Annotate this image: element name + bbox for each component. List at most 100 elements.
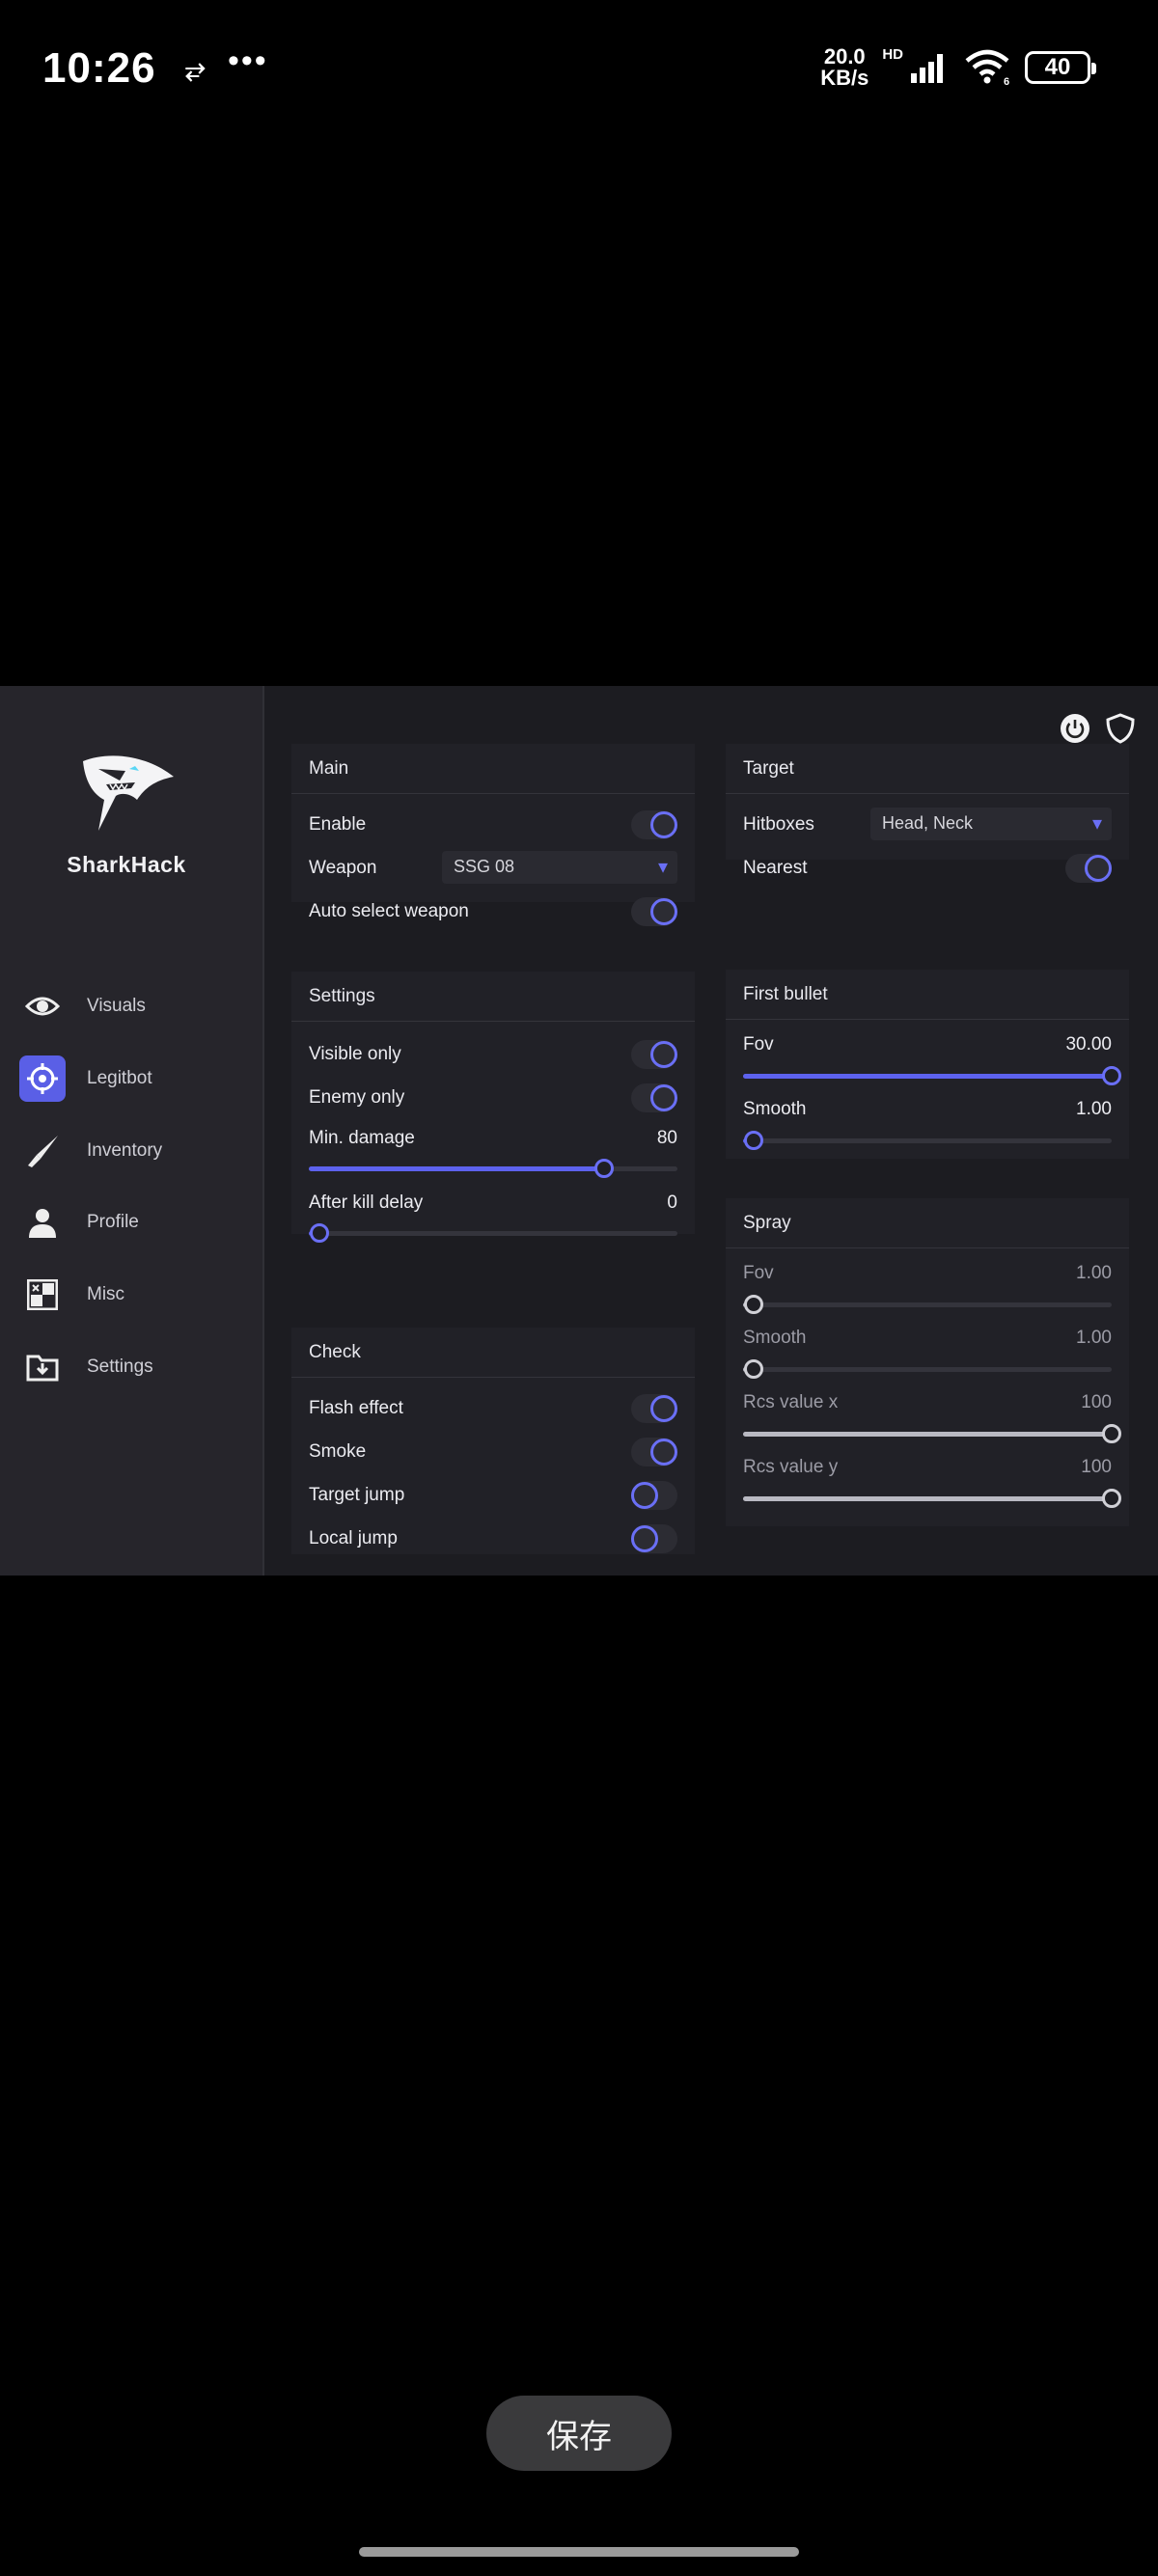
rcs-y-label: Rcs value y xyxy=(743,1457,839,1477)
visible-only-toggle[interactable] xyxy=(631,1040,677,1069)
misc-grid-icon xyxy=(19,1272,66,1318)
fb-fov-slider[interactable] xyxy=(743,1066,1121,1085)
sidebar-item-legitbot[interactable]: Legitbot xyxy=(19,1054,251,1104)
hd-label: HD xyxy=(882,45,903,63)
chevron-down-icon: ▾ xyxy=(1091,813,1102,835)
min-damage-label: Min. damage xyxy=(309,1128,415,1148)
enemy-only-toggle[interactable] xyxy=(631,1083,677,1112)
slider-thumb[interactable] xyxy=(1102,1066,1121,1085)
fb-fov-row: Fov 30.00 xyxy=(743,1028,1112,1062)
toggle-knob xyxy=(1085,855,1112,882)
home-indicator[interactable] xyxy=(359,2547,799,2557)
smooth-label: Smooth xyxy=(743,1099,807,1119)
chevron-down-icon: ▾ xyxy=(657,857,668,878)
first-bullet-section: First bullet Fov 30.00 Smooth 1.00 xyxy=(726,970,1129,1159)
spray-fov-slider[interactable] xyxy=(743,1295,1112,1314)
auto-select-label: Auto select weapon xyxy=(309,901,469,921)
rcs-x-value: 100 xyxy=(1081,1392,1112,1412)
local-jump-toggle[interactable] xyxy=(631,1524,677,1553)
min-damage-slider[interactable] xyxy=(309,1159,677,1178)
rcs-y-value: 100 xyxy=(1081,1457,1112,1477)
spray-fov-row: Fov 1.00 xyxy=(743,1256,1112,1291)
slider-thumb[interactable] xyxy=(744,1359,764,1379)
toggle-knob xyxy=(631,1525,658,1552)
section-header: First bullet xyxy=(726,970,1129,1020)
toggle-knob xyxy=(650,898,677,925)
sidebar-item-profile[interactable]: Profile xyxy=(19,1197,251,1247)
sharkhack-window: SharkHack Visuals Legitbot Inventory Pro… xyxy=(0,686,1158,1576)
battery-icon: 40 xyxy=(1025,51,1096,84)
enemy-only-label: Enemy only xyxy=(309,1087,405,1108)
local-jump-label: Local jump xyxy=(309,1528,398,1548)
slider-fill xyxy=(743,1074,1112,1079)
fov-value: 1.00 xyxy=(1076,1263,1112,1283)
speed-value: 20.0 xyxy=(823,44,866,69)
network-speed: 20.0 KB/s xyxy=(820,46,868,89)
rcs-y-row: Rcs value y 100 xyxy=(743,1450,1112,1485)
toggle-knob xyxy=(650,1084,677,1111)
power-icon[interactable] xyxy=(1060,713,1090,744)
hitboxes-row: Hitboxes Head, Neck ▾ xyxy=(743,808,1112,842)
weapon-row: Weapon SSG 08 ▾ xyxy=(309,851,677,886)
slider-thumb[interactable] xyxy=(744,1295,764,1314)
section-header: Main xyxy=(291,744,695,794)
toggle-knob xyxy=(650,1439,677,1466)
signal-icon xyxy=(911,54,943,83)
smoke-toggle[interactable] xyxy=(631,1438,677,1466)
after-kill-delay-slider[interactable] xyxy=(309,1223,677,1243)
sidebar-item-settings[interactable]: Settings xyxy=(19,1342,251,1392)
nearest-label: Nearest xyxy=(743,858,808,878)
smoke-row: Smoke xyxy=(309,1435,677,1469)
check-section: Check Flash effect Smoke Target jump Loc… xyxy=(291,1328,695,1554)
rcs-x-slider[interactable] xyxy=(743,1424,1121,1443)
spray-smooth-slider[interactable] xyxy=(743,1359,1112,1379)
eye-icon xyxy=(19,983,66,1029)
smooth-value: 1.00 xyxy=(1076,1099,1112,1119)
weapon-select[interactable]: SSG 08 ▾ xyxy=(442,851,677,884)
auto-select-toggle[interactable] xyxy=(631,897,677,926)
section-title: Check xyxy=(309,1342,361,1362)
slider-thumb[interactable] xyxy=(1102,1424,1121,1443)
section-title: First bullet xyxy=(743,984,828,1004)
rcs-x-label: Rcs value x xyxy=(743,1392,839,1412)
shield-icon[interactable] xyxy=(1106,713,1135,744)
flash-effect-toggle[interactable] xyxy=(631,1394,677,1423)
min-damage-row: Min. damage 80 xyxy=(309,1121,677,1156)
fb-smooth-slider[interactable] xyxy=(743,1131,1112,1150)
target-jump-label: Target jump xyxy=(309,1485,405,1505)
main-section: Main Enable Weapon SSG 08 ▾ Auto select … xyxy=(291,744,695,926)
hitboxes-select[interactable]: Head, Neck ▾ xyxy=(870,808,1112,840)
slider-track xyxy=(743,1138,1112,1143)
slider-thumb[interactable] xyxy=(310,1223,330,1243)
slider-thumb[interactable] xyxy=(744,1131,764,1150)
knife-icon xyxy=(19,1128,66,1174)
sidebar-item-label: Legitbot xyxy=(87,1068,152,1088)
sidebar-item-label: Visuals xyxy=(87,996,146,1016)
sidebar-item-label: Profile xyxy=(87,1212,139,1232)
slider-track xyxy=(309,1231,677,1236)
enable-row: Enable xyxy=(309,808,677,842)
enable-label: Enable xyxy=(309,814,367,835)
visible-only-row: Visible only xyxy=(309,1037,677,1072)
sidebar-item-visuals[interactable]: Visuals xyxy=(19,981,251,1031)
sidebar-item-inventory[interactable]: Inventory xyxy=(19,1126,251,1176)
header-icons xyxy=(1060,713,1135,744)
target-jump-toggle[interactable] xyxy=(631,1481,677,1510)
smooth-value: 1.00 xyxy=(1076,1328,1112,1348)
rcs-y-slider[interactable] xyxy=(743,1489,1121,1508)
target-jump-row: Target jump xyxy=(309,1478,677,1513)
sidebar-item-misc[interactable]: Misc xyxy=(19,1270,251,1320)
slider-thumb[interactable] xyxy=(593,1159,614,1178)
enable-toggle[interactable] xyxy=(631,810,677,839)
after-kill-delay-row: After kill delay 0 xyxy=(309,1186,677,1220)
section-header: Check xyxy=(291,1328,695,1378)
save-button[interactable]: 保存 xyxy=(486,2396,672,2471)
sidebar-item-label: Misc xyxy=(87,1284,125,1304)
brand-name: SharkHack xyxy=(67,852,186,877)
settings-section: Settings Visible only Enemy only Min. da… xyxy=(291,972,695,1243)
toggle-knob xyxy=(650,1041,677,1068)
section-header: Spray xyxy=(726,1198,1129,1248)
slider-thumb[interactable] xyxy=(1102,1489,1121,1508)
nearest-toggle[interactable] xyxy=(1065,854,1112,883)
toggle-knob xyxy=(631,1482,658,1509)
